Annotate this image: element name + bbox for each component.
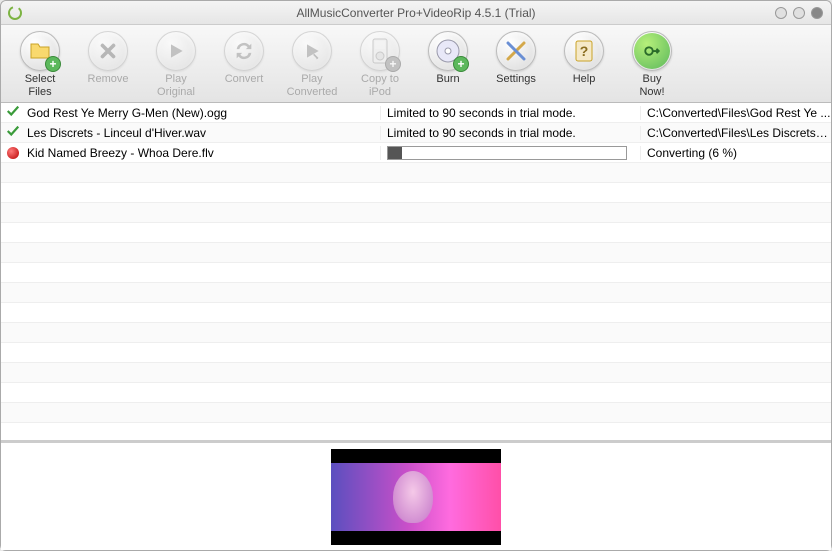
table-row-empty [1, 183, 831, 203]
status-text: Limited to 90 seconds in trial mode. [387, 126, 576, 140]
table-row-empty [1, 423, 831, 440]
table-row-empty [1, 243, 831, 263]
output-path: C:\Converted\Files\God Rest Ye ... [647, 106, 830, 120]
output-path: C:\Converted\Files\Les Discrets - ... [647, 126, 831, 140]
minimize-button[interactable] [775, 7, 787, 19]
toolbar-label: SelectFiles [25, 73, 56, 98]
table-row-empty [1, 163, 831, 183]
select-files-button[interactable]: +SelectFiles [7, 29, 73, 100]
file-name: God Rest Ye Merry G-Men (New).ogg [25, 106, 381, 120]
app-icon [7, 5, 23, 21]
play-original-button: PlayOriginal [143, 29, 209, 100]
table-row-empty [1, 403, 831, 423]
titlebar[interactable]: AllMusicConverter Pro+VideoRip 4.5.1 (Tr… [1, 1, 831, 25]
table-row[interactable]: Les Discrets - Linceul d'Hiver.wav Limite… [1, 123, 831, 143]
check-icon [6, 124, 20, 141]
toolbar-label: Copy toiPod [361, 73, 399, 98]
window-controls [775, 7, 823, 19]
file-name: Les Discrets - Linceul d'Hiver.wav [25, 126, 381, 140]
toolbar-label: Remove [88, 73, 129, 86]
table-row-empty [1, 383, 831, 403]
table-row-empty [1, 343, 831, 363]
table-row-empty [1, 223, 831, 243]
toolbar-label: Help [573, 73, 596, 86]
table-row-empty [1, 263, 831, 283]
video-preview-pane [1, 440, 831, 550]
copy-to-ipod-button: +Copy toiPod [347, 29, 413, 100]
help-button[interactable]: ? Help [551, 29, 617, 100]
status-text: Limited to 90 seconds in trial mode. [387, 106, 576, 120]
table-row[interactable]: God Rest Ye Merry G-Men (New).ogg Limited… [1, 103, 831, 123]
toolbar-label: PlayOriginal [157, 73, 195, 98]
toolbar-label: Convert [225, 73, 264, 86]
burn-button[interactable]: +Burn [415, 29, 481, 100]
table-row[interactable]: Kid Named Breezy - Whoa Dere.flv Converti… [1, 143, 831, 163]
table-row-empty [1, 363, 831, 383]
toolbar: +SelectFiles Remove PlayOriginal Convert Pla… [1, 25, 831, 103]
window-title: AllMusicConverter Pro+VideoRip 4.5.1 (Tr… [296, 6, 535, 20]
file-list[interactable]: God Rest Ye Merry G-Men (New).ogg Limited… [1, 103, 831, 440]
settings-button[interactable]: Settings [483, 29, 549, 100]
status-text: Converting (6 %) [647, 146, 737, 160]
remove-button: Remove [75, 29, 141, 100]
table-row-empty [1, 303, 831, 323]
video-thumbnail[interactable] [331, 449, 501, 545]
table-row-empty [1, 203, 831, 223]
close-button[interactable] [811, 7, 823, 19]
table-row-empty [1, 283, 831, 303]
play-converted-button: PlayConverted [279, 29, 345, 100]
toolbar-label: Settings [496, 73, 536, 86]
toolbar-label: Burn [436, 73, 459, 86]
convert-button: Convert [211, 29, 277, 100]
svg-text:?: ? [580, 43, 589, 59]
buy-now-button[interactable]: BuyNow! [619, 29, 685, 100]
toolbar-label: PlayConverted [287, 73, 338, 98]
app-window: AllMusicConverter Pro+VideoRip 4.5.1 (Tr… [0, 0, 832, 551]
table-row-empty [1, 323, 831, 343]
check-icon [6, 104, 20, 121]
file-name: Kid Named Breezy - Whoa Dere.flv [25, 146, 381, 160]
progress-bar [387, 146, 627, 160]
maximize-button[interactable] [793, 7, 805, 19]
toolbar-label: BuyNow! [639, 73, 664, 98]
recording-icon [7, 147, 19, 159]
